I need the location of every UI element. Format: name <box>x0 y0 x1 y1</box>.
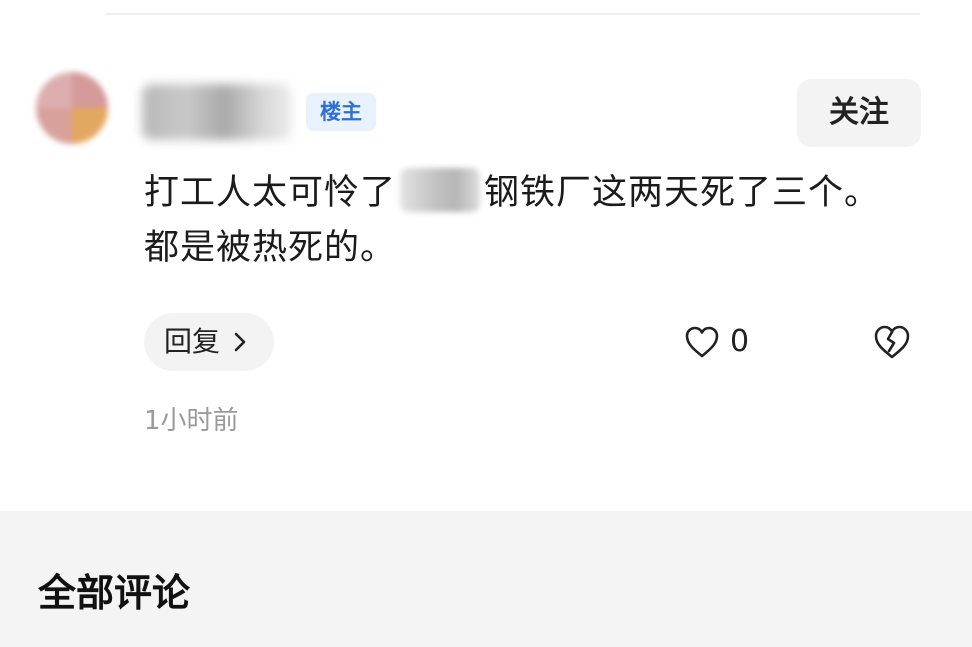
timestamp: 1小时前 <box>144 406 239 436</box>
comment-text-part-1: 打工人太可怜了 <box>144 173 397 213</box>
divider <box>105 13 920 15</box>
avatar[interactable] <box>36 72 108 144</box>
broken-heart-icon[interactable] <box>873 324 911 360</box>
section-title: 全部评论 <box>38 571 191 615</box>
follow-button[interactable]: 关注 <box>797 79 921 147</box>
op-badge: 楼主 <box>306 93 376 131</box>
chevron-right-icon[interactable] <box>234 331 246 353</box>
comment-card: 楼主 关注 打工人太可怜了 钢铁厂这两天死了三个。都是被热死的。 回复 0 1小时… <box>0 0 972 511</box>
username-redacted[interactable] <box>142 84 292 140</box>
like-count: 0 <box>730 324 750 359</box>
heart-icon[interactable] <box>684 325 720 359</box>
comment-text: 打工人太可怜了 钢铁厂这两天死了三个。都是被热死的。 <box>144 166 884 276</box>
reply-button[interactable]: 回复 <box>144 313 274 371</box>
redacted-text <box>400 168 481 212</box>
like-button[interactable]: 0 <box>684 320 754 364</box>
